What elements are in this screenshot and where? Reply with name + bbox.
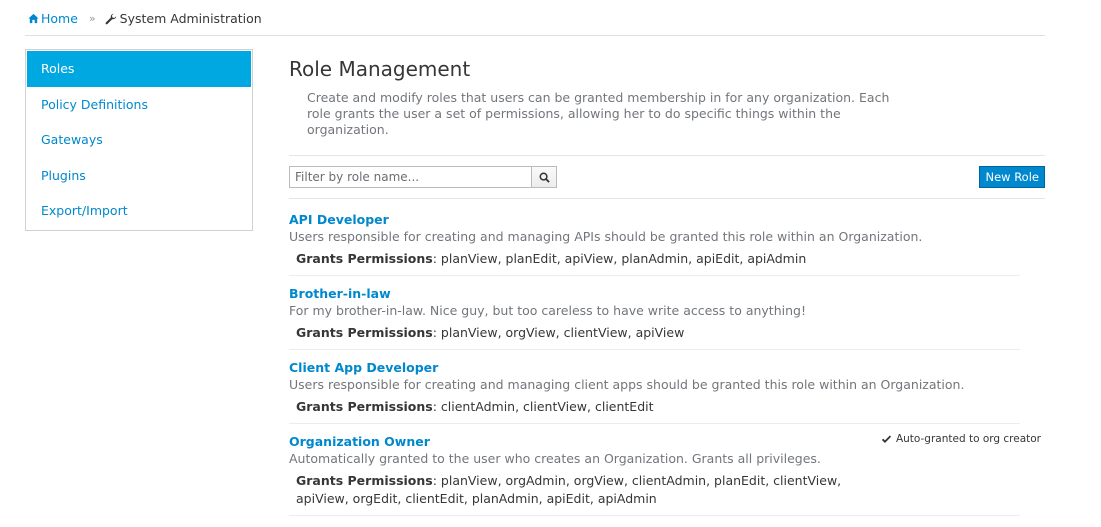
- permissions-label: Grants Permissions: [296, 473, 433, 488]
- permissions-label: Grants Permissions: [296, 251, 433, 266]
- role-item: Client App Developer Users responsible f…: [289, 357, 1020, 424]
- role-permissions: Grants Permissions: clientAdmin, clientV…: [296, 398, 896, 416]
- role-filter-input[interactable]: [289, 166, 532, 188]
- role-item: Brother-in-law For my brother-in-law. Ni…: [289, 283, 1020, 350]
- role-name-link[interactable]: Organization Owner: [289, 434, 430, 450]
- sidebar-item-policy-definitions[interactable]: Policy Definitions: [27, 87, 251, 123]
- role-name-link[interactable]: Client App Developer: [289, 360, 438, 376]
- role-name-link[interactable]: API Developer: [289, 212, 389, 228]
- breadcrumb-home-link[interactable]: Home: [28, 11, 78, 26]
- check-icon: [881, 434, 892, 443]
- role-permissions: Grants Permissions: planView, orgView, c…: [296, 324, 896, 342]
- page-title: Role Management: [289, 57, 471, 81]
- page-description: Create and modify roles that users can b…: [307, 90, 890, 137]
- permissions-label: Grants Permissions: [296, 325, 433, 340]
- role-description: Automatically granted to the user who cr…: [289, 451, 821, 466]
- sidebar-nav: Roles Policy Definitions Gateways Plugin…: [25, 49, 253, 231]
- role-name-link[interactable]: Brother-in-law: [289, 286, 391, 302]
- role-description: Users responsible for creating and manag…: [289, 377, 965, 392]
- permissions-list: : planView, orgView, clientView, apiView: [432, 325, 685, 340]
- sidebar-item-roles[interactable]: Roles: [27, 51, 251, 87]
- sidebar-item-export-import[interactable]: Export/Import: [27, 193, 251, 229]
- search-button[interactable]: [531, 166, 557, 188]
- toolbar: New Role: [289, 156, 1045, 198]
- role-permissions: Grants Permissions: planView, planEdit, …: [296, 250, 896, 268]
- main-content: Role Management Create and modify roles …: [289, 56, 1045, 523]
- breadcrumb-separator: »: [88, 12, 96, 25]
- home-icon: [28, 13, 39, 24]
- role-permissions: Grants Permissions: planView, orgAdmin, …: [296, 472, 896, 508]
- new-role-button[interactable]: New Role: [979, 166, 1045, 188]
- sidebar-item-plugins[interactable]: Plugins: [27, 158, 251, 194]
- auto-granted-label: Auto-granted to org creator: [895, 433, 1041, 445]
- sidebar-item-gateways[interactable]: Gateways: [27, 122, 251, 158]
- auto-granted-badge: Auto-granted to org creator: [881, 431, 1041, 447]
- breadcrumb-home-label[interactable]: Home: [41, 11, 78, 26]
- role-description: Users responsible for creating and manag…: [289, 229, 923, 244]
- permissions-list: : clientAdmin, clientView, clientEdit: [432, 399, 654, 414]
- role-description: For my brother-in-law. Nice guy, but too…: [289, 303, 806, 318]
- permissions-label: Grants Permissions: [296, 399, 433, 414]
- role-item: API Developer Users responsible for crea…: [289, 209, 1020, 276]
- search-icon: [539, 172, 550, 183]
- breadcrumb: Home » System Administration: [28, 11, 262, 26]
- divider: [289, 198, 1045, 199]
- role-list: API Developer Users responsible for crea…: [289, 209, 1045, 516]
- breadcrumb-current: System Administration: [119, 11, 262, 26]
- header-divider: [25, 35, 1045, 36]
- wrench-icon: [105, 13, 116, 24]
- permissions-list: : planView, planEdit, apiView, planAdmin…: [432, 251, 807, 266]
- role-item: Organization Owner Auto-granted to org c…: [289, 431, 1041, 516]
